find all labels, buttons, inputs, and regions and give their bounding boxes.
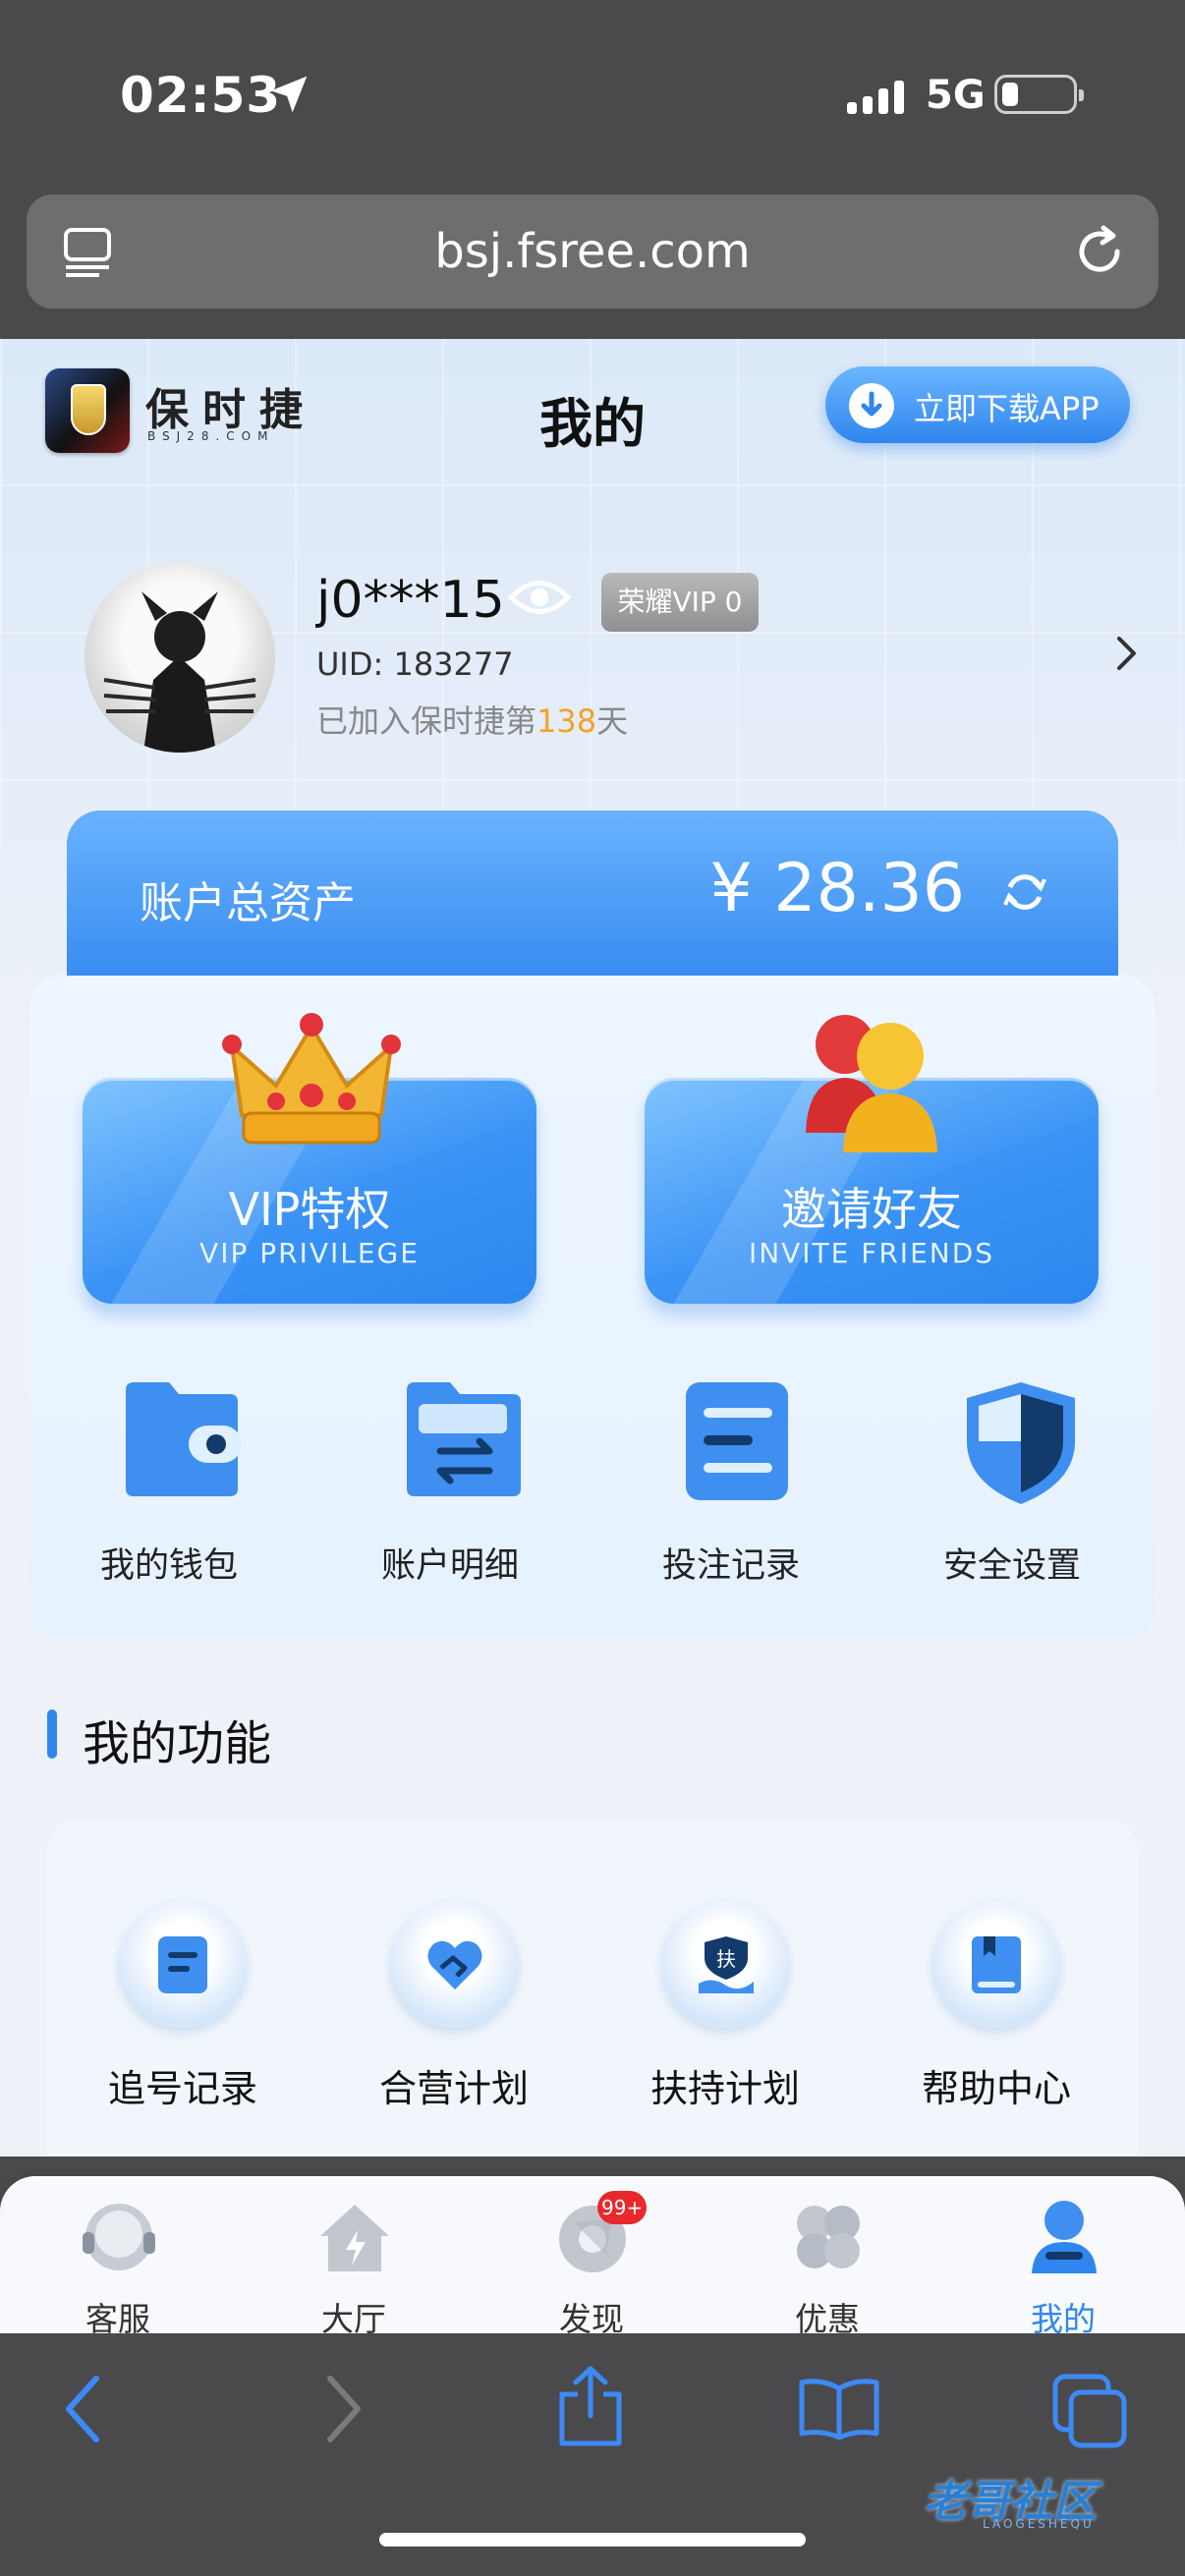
support-glyph: 扶 — [716, 1947, 736, 1971]
account-details-label: 账户明细 — [380, 1546, 519, 1586]
help-center-label: 帮助中心 — [921, 2067, 1071, 2110]
headset-icon — [83, 2204, 155, 2270]
back-icon[interactable] — [61, 2373, 104, 2445]
my-functions-title: 我的功能 — [83, 1716, 272, 1771]
account-details-button[interactable]: 账户明细 — [352, 1380, 548, 1596]
people-icon — [806, 1015, 937, 1152]
vip-level-badge: 荣耀VIP 0 — [601, 573, 759, 632]
invite-friends-subtitle: INVITE FRIENDS — [748, 1237, 995, 1269]
total-assets-label: 账户总资产 — [140, 878, 356, 928]
share-icon[interactable] — [556, 2365, 625, 2447]
joined-days: 138 — [536, 702, 597, 740]
security-settings-button[interactable]: 安全设置 — [914, 1380, 1110, 1596]
reload-icon[interactable] — [1070, 222, 1129, 281]
security-settings-label: 安全设置 — [942, 1546, 1081, 1586]
user-icon — [1032, 2201, 1097, 2273]
eye-icon[interactable] — [507, 573, 572, 622]
vip-privilege-subtitle: VIP PRIVILEGE — [199, 1237, 420, 1269]
chevron-right-icon[interactable] — [1114, 634, 1140, 673]
my-wallet-label: 我的钱包 — [99, 1546, 238, 1586]
help-center-button[interactable]: 帮助中心 — [878, 1901, 1114, 2127]
bet-records-label: 投注记录 — [661, 1546, 800, 1586]
crown-icon — [222, 1013, 401, 1145]
browser-top-chrome: 02:53 5G bsj.fsree.com — [0, 0, 1185, 339]
battery-icon — [994, 75, 1084, 114]
total-assets-value: ¥ 28.36 — [709, 850, 965, 927]
home-indicator — [379, 2533, 806, 2547]
tab-promotions[interactable]: 优惠 — [739, 2191, 916, 2338]
invite-friends-title: 邀请好友 — [781, 1183, 962, 1236]
network-type: 5G — [926, 73, 986, 118]
status-time: 02:53 — [120, 67, 282, 124]
user-id: UID: 183277 — [316, 645, 514, 683]
note-icon — [158, 1936, 207, 1993]
clover-icon — [797, 2206, 860, 2268]
tabs-icon[interactable] — [1051, 2373, 1128, 2449]
folder-transfer-icon — [407, 1382, 521, 1496]
joined-suffix: 天 — [596, 702, 629, 740]
document-icon — [686, 1382, 788, 1500]
follow-records-button[interactable]: 追号记录 — [65, 1901, 301, 2127]
follow-records-label: 追号记录 — [107, 2067, 257, 2110]
avatar[interactable] — [85, 562, 275, 753]
support-hand-icon: 扶 — [699, 1936, 754, 1993]
wallet-icon — [126, 1382, 242, 1496]
support-plan-label: 扶持计划 — [649, 2067, 800, 2110]
site-tabbar: 客服 大厅 99+ 发现 优惠 我的 — [0, 2176, 1185, 2338]
location-arrow-icon — [270, 76, 308, 113]
discover-badge: 99+ — [597, 2191, 648, 2224]
address-bar[interactable]: bsj.fsree.com — [27, 195, 1158, 308]
vip-privilege-title: VIP特权 — [228, 1183, 391, 1236]
refresh-icon[interactable] — [1000, 868, 1049, 917]
handshake-heart-icon — [427, 1940, 482, 1989]
url-text[interactable]: bsj.fsree.com — [27, 224, 1158, 279]
tab-customer-service[interactable]: 客服 — [29, 2191, 206, 2338]
support-plan-button[interactable]: 扶 扶持计划 — [607, 1901, 843, 2127]
joint-plan-button[interactable]: 合营计划 — [336, 1901, 572, 2127]
bookmarks-icon[interactable] — [798, 2377, 880, 2441]
bet-records-button[interactable]: 投注记录 — [633, 1380, 829, 1596]
signal-icon — [847, 81, 904, 114]
joint-plan-label: 合营计划 — [378, 2067, 529, 2110]
watermark-sub: LAOGESHEQU — [983, 2517, 1095, 2531]
tab-discover[interactable]: 99+ 发现 — [503, 2191, 680, 2338]
forward-icon[interactable] — [322, 2373, 366, 2445]
section-accent-bar — [47, 1709, 57, 1759]
joined-prefix: 已加入保时捷第 — [316, 702, 537, 740]
book-icon — [972, 1936, 1021, 1993]
tab-mine[interactable]: 我的 — [975, 2191, 1152, 2338]
web-page: 保时捷 BSJ28.COM 我的 立即下载APP j0***15 荣耀VIP 0… — [0, 339, 1185, 2156]
home-icon — [320, 2205, 389, 2271]
my-wallet-button[interactable]: 我的钱包 — [71, 1380, 267, 1596]
download-app-label: 立即下载APP — [914, 390, 1100, 427]
username: j0***15 — [316, 571, 505, 630]
download-app-button[interactable]: 立即下载APP — [825, 366, 1130, 443]
joined-days-text: 已加入保时捷第138天 — [316, 697, 628, 742]
tab-lobby[interactable]: 大厅 — [265, 2191, 442, 2338]
download-icon — [849, 383, 894, 428]
shield-icon — [967, 1382, 1075, 1504]
